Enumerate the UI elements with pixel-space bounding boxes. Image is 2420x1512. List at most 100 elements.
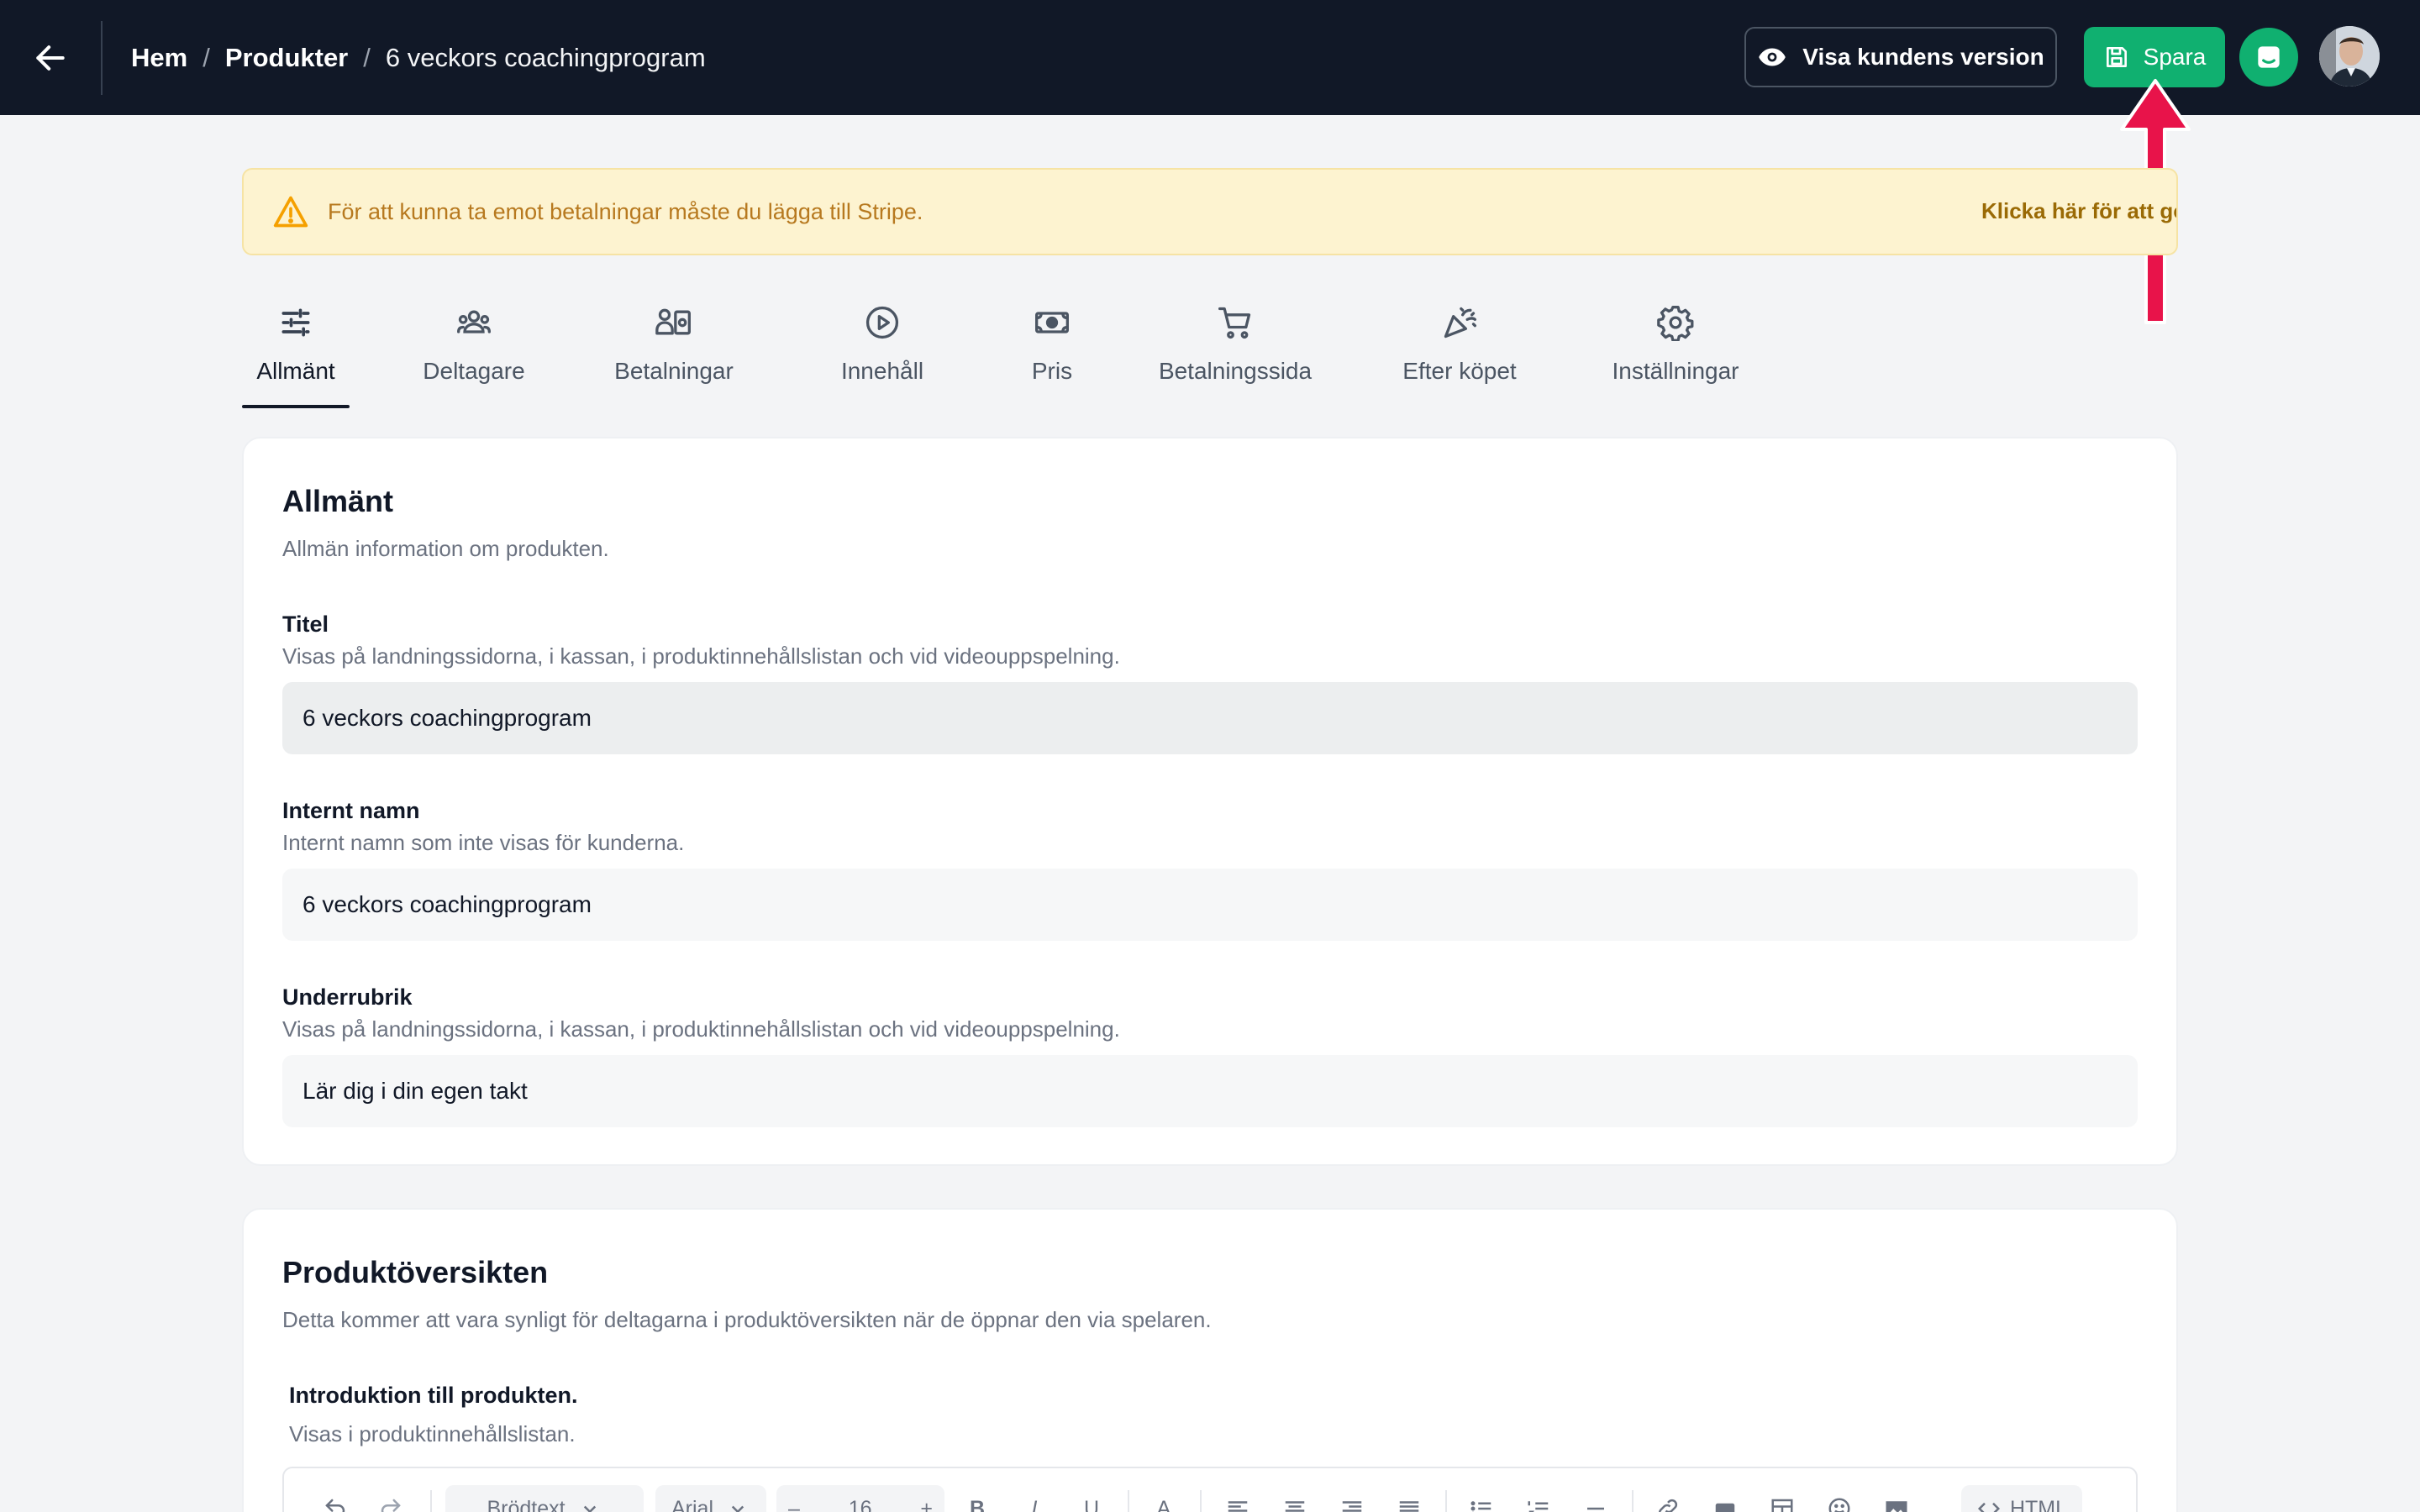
numbered-list-icon	[1528, 1501, 1549, 1512]
toolbar-divider	[1200, 1490, 1202, 1512]
emoji-icon	[1828, 1498, 1850, 1512]
divider	[101, 20, 103, 95]
horizontal-rule-icon	[1587, 1507, 1604, 1510]
toolbar-divider	[1128, 1490, 1129, 1512]
stripe-warning-banner: För att kunna ta emot betalningar måste …	[242, 168, 2178, 255]
breadcrumb: Hem / Produkter / 6 veckors coachingprog…	[131, 43, 706, 73]
money-icon	[1035, 312, 1069, 333]
gear-icon	[1657, 306, 1694, 341]
link-button[interactable]	[1647, 1485, 1689, 1512]
tab-label: Betalningssida	[1158, 358, 1313, 384]
preview-button-label: Visa kundens version	[1802, 44, 2044, 70]
toolbar-divider	[1632, 1490, 1634, 1512]
internal-name-input[interactable]	[282, 869, 2138, 941]
align-center-icon	[1285, 1501, 1305, 1512]
button-insert-button[interactable]	[1704, 1485, 1746, 1512]
undo-button[interactable]	[314, 1485, 356, 1512]
tab-after-purchase[interactable]: Efter köpet	[1397, 299, 1523, 396]
sliders-icon	[281, 308, 310, 337]
table-button[interactable]	[1761, 1485, 1803, 1512]
back-button[interactable]	[0, 0, 101, 115]
image-button[interactable]	[1876, 1485, 1918, 1512]
add-stripe-link[interactable]: Klicka här för att göra det	[1981, 198, 2176, 224]
tab-checkout-page[interactable]: Betalningssida	[1151, 299, 1319, 396]
align-left-button[interactable]	[1217, 1485, 1259, 1512]
bullet-list-button[interactable]	[1460, 1485, 1502, 1512]
align-right-button[interactable]	[1331, 1485, 1373, 1512]
chat-button[interactable]	[2239, 28, 2298, 87]
tab-label: Betalningar	[614, 358, 734, 384]
tab-label: Inställningar	[1612, 358, 1739, 384]
minus-icon[interactable]: –	[788, 1497, 800, 1512]
chevron-down-icon	[731, 1505, 744, 1512]
text-color-button[interactable]: A	[1143, 1485, 1185, 1512]
tab-label: Pris	[1031, 358, 1073, 384]
plus-icon[interactable]: +	[920, 1497, 933, 1512]
tab-price[interactable]: Pris	[1013, 299, 1091, 396]
html-toggle-label: HTML	[2009, 1496, 2068, 1512]
toolbar-divider	[430, 1490, 432, 1512]
emoji-button[interactable]	[1818, 1485, 1860, 1512]
code-icon	[1977, 1502, 2000, 1512]
tab-content[interactable]: Innehåll	[830, 299, 934, 396]
save-button-label: Spara	[2143, 44, 2207, 70]
tab-participants[interactable]: Deltagare	[420, 299, 528, 396]
cart-icon	[1218, 307, 1251, 339]
payments-icon	[655, 308, 691, 335]
html-toggle-button[interactable]: HTML	[1961, 1485, 2082, 1512]
play-circle-icon	[865, 306, 899, 339]
block-style-select[interactable]: Brödtext	[445, 1485, 644, 1512]
tab-label: Efter köpet	[1402, 358, 1517, 384]
card-title: Produktöversikten	[282, 1255, 549, 1289]
product-overview-card: Produktöversikten Detta kommer att vara …	[242, 1208, 2178, 1512]
general-card: Allmänt Allmän information om produkten.…	[242, 437, 2178, 1166]
title-input[interactable]	[282, 682, 2138, 754]
align-right-icon	[1342, 1501, 1362, 1512]
tab-settings[interactable]: Inställningar	[1603, 299, 1748, 396]
font-select[interactable]: Arial	[655, 1485, 766, 1512]
intro-label: Introduktion till produkten.	[289, 1383, 578, 1408]
chevron-down-icon	[583, 1505, 596, 1512]
card-subtitle: Allmän information om produkten.	[282, 536, 609, 561]
warning-text: För att kunna ta emot betalningar måste …	[328, 198, 923, 224]
horizontal-rule-button[interactable]	[1575, 1485, 1617, 1512]
bold-button[interactable]: B	[956, 1485, 998, 1512]
table-icon	[1771, 1499, 1793, 1512]
underline-button[interactable]: U	[1071, 1485, 1113, 1512]
undo-icon	[325, 1499, 345, 1512]
font-size-stepper[interactable]: – 16 +	[776, 1485, 944, 1512]
title-label: Titel	[282, 612, 329, 637]
card-title: Allmänt	[282, 484, 394, 518]
italic-button[interactable]: I	[1013, 1485, 1055, 1512]
title-help: Visas på landningssidorna, i kassan, i p…	[282, 643, 1120, 669]
block-style-value: Brödtext	[487, 1496, 566, 1512]
preview-customer-version-button[interactable]: Visa kundens version	[1744, 27, 2057, 87]
tab-label: Innehåll	[840, 358, 924, 384]
breadcrumb-separator: /	[363, 42, 371, 72]
tab-general[interactable]: Allmänt	[242, 299, 350, 408]
breadcrumb-products[interactable]: Produkter	[225, 43, 348, 73]
redo-button[interactable]	[370, 1485, 412, 1512]
arrow-left-icon	[36, 45, 65, 71]
avatar[interactable]	[2319, 26, 2380, 87]
redo-icon	[381, 1499, 401, 1512]
top-bar: Hem / Produkter / 6 veckors coachingprog…	[0, 0, 2420, 115]
eye-icon	[1759, 48, 1786, 66]
internal-name-label: Internt namn	[282, 798, 420, 823]
numbered-list-button[interactable]	[1518, 1485, 1560, 1512]
internal-name-help: Internt namn som inte visas för kunderna…	[282, 830, 685, 855]
party-popper-icon	[1444, 307, 1476, 339]
user-photo-icon	[2319, 26, 2380, 87]
warning-triangle-icon	[273, 196, 308, 228]
align-justify-button[interactable]	[1388, 1485, 1430, 1512]
tab-payments[interactable]: Betalningar	[612, 299, 736, 396]
font-size-value: 16	[848, 1496, 872, 1512]
floppy-disk-icon	[2106, 47, 2127, 67]
align-center-button[interactable]	[1274, 1485, 1316, 1512]
subheading-label: Underrubrik	[282, 984, 413, 1010]
rich-text-editor: Brödtext Arial – 16 + B I U A HTML	[282, 1467, 2138, 1512]
align-justify-icon	[1399, 1501, 1419, 1512]
breadcrumb-home[interactable]: Hem	[131, 43, 187, 73]
subheading-input[interactable]	[282, 1055, 2138, 1127]
breadcrumb-current: 6 veckors coachingprogram	[385, 42, 706, 72]
